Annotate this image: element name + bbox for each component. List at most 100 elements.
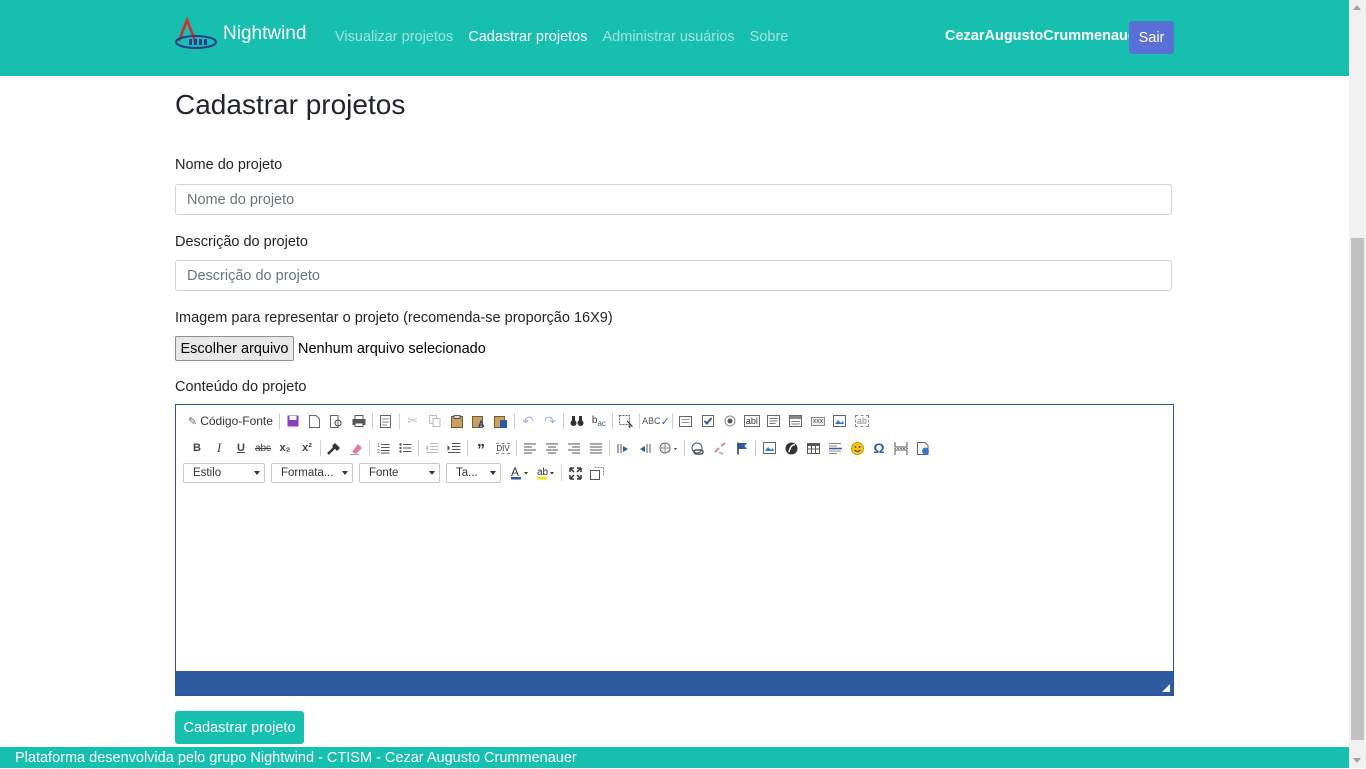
font-size-dropdown-label: Ta... — [456, 467, 478, 479]
copy-format-icon[interactable] — [323, 437, 345, 459]
print-icon[interactable] — [348, 410, 370, 432]
preview-icon[interactable] — [326, 410, 348, 432]
replace-icon[interactable]: bac — [588, 410, 610, 432]
nightwind-logo — [175, 17, 217, 49]
toolbar-separator — [398, 413, 400, 429]
brand[interactable]: Nightwind — [175, 17, 306, 51]
justify-icon[interactable] — [585, 437, 607, 459]
subscript-label: x₂ — [279, 442, 291, 454]
unlink-icon[interactable] — [709, 437, 731, 459]
language-icon[interactable] — [656, 437, 682, 459]
text-field-icon[interactable]: abl — [741, 410, 763, 432]
horizontal-rule-icon[interactable] — [824, 437, 846, 459]
flash-icon[interactable] — [780, 437, 802, 459]
style-dropdown[interactable]: Estilo — [183, 463, 265, 483]
hidden-field-icon[interactable]: ab — [851, 410, 873, 432]
find-icon[interactable] — [566, 410, 588, 432]
paste-word-icon[interactable] — [490, 410, 512, 432]
new-page-icon[interactable] — [304, 410, 326, 432]
numbered-list-icon[interactable]: 12 — [372, 437, 394, 459]
toolbar-separator — [278, 413, 280, 429]
align-right-icon[interactable] — [563, 437, 585, 459]
special-char-icon[interactable]: Ω — [868, 437, 890, 459]
button-field-icon[interactable]: xxx — [807, 410, 829, 432]
textarea-icon[interactable] — [763, 410, 785, 432]
paste-icon[interactable] — [446, 410, 468, 432]
chevron-down-icon — [429, 471, 435, 475]
nav-link-cadastrar[interactable]: Cadastrar projetos — [468, 29, 587, 45]
outdent-icon[interactable] — [421, 437, 443, 459]
show-blocks-icon[interactable] — [586, 462, 608, 484]
spellcheck-icon[interactable]: ABC ✓ — [642, 410, 670, 432]
image-button-icon[interactable] — [829, 410, 851, 432]
nav-link-visualizar[interactable]: Visualizar projetos — [335, 29, 453, 45]
image-icon[interactable] — [758, 437, 780, 459]
superscript-label: x² — [302, 442, 312, 454]
maximize-icon[interactable] — [564, 462, 586, 484]
superscript-icon[interactable]: x² — [296, 437, 318, 459]
project-name-input[interactable] — [175, 184, 1172, 215]
blockquote-icon[interactable]: ” — [470, 437, 492, 459]
radio-icon[interactable] — [719, 410, 741, 432]
select-field-icon[interactable] — [785, 410, 807, 432]
logout-button[interactable]: Sair — [1129, 21, 1174, 54]
link-icon[interactable] — [687, 437, 709, 459]
choose-file-button[interactable]: Escolher arquivo — [175, 336, 294, 361]
svg-text:2: 2 — [377, 449, 380, 454]
subscript-icon[interactable]: x₂ — [274, 437, 296, 459]
div-container-icon[interactable]: DIV — [492, 437, 514, 459]
cut-icon[interactable]: ✂ — [402, 410, 424, 432]
page-scrollbar[interactable] — [1349, 0, 1366, 768]
bold-icon[interactable]: B — [186, 437, 208, 459]
toolbar-row-1: ✎ Código-Fonte ✂ A ↶ ↷ bac ABC ✓ abl xxx… — [186, 410, 873, 432]
anchor-icon[interactable] — [731, 437, 753, 459]
remove-format-icon[interactable] — [345, 437, 367, 459]
project-description-input[interactable] — [175, 260, 1172, 291]
chevron-down-icon — [490, 471, 496, 475]
iframe-icon[interactable] — [912, 437, 934, 459]
editor-status-bar — [176, 671, 1173, 695]
resize-handle-icon[interactable] — [1162, 684, 1170, 692]
source-code-button[interactable]: ✎ Código-Fonte — [186, 414, 277, 428]
submit-project-button[interactable]: Cadastrar projeto — [175, 711, 304, 744]
checkbox-icon[interactable] — [697, 410, 719, 432]
editor-toolbar: ✎ Código-Fonte ✂ A ↶ ↷ bac ABC ✓ abl xxx… — [176, 405, 1173, 492]
page-break-icon[interactable] — [890, 437, 912, 459]
select-all-icon[interactable] — [615, 410, 637, 432]
format-dropdown[interactable]: Formata... — [271, 463, 353, 483]
editor-content-area[interactable] — [176, 491, 1173, 671]
scroll-thumb[interactable] — [1351, 238, 1364, 740]
redo-icon[interactable]: ↷ — [539, 410, 561, 432]
italic-icon[interactable]: I — [208, 437, 230, 459]
scroll-down-arrow-icon[interactable] — [1353, 758, 1361, 763]
underline-icon[interactable]: U — [230, 437, 252, 459]
align-center-icon[interactable] — [541, 437, 563, 459]
toolbar-row-2: B I U abc x₂ x² 12 ” DIV Ω — [186, 437, 934, 459]
text-direction-rtl-icon[interactable] — [634, 437, 656, 459]
nav-link-sobre[interactable]: Sobre — [750, 29, 789, 45]
align-left-icon[interactable] — [519, 437, 541, 459]
nav-link-administrar[interactable]: Administrar usuários — [603, 29, 735, 45]
copy-icon[interactable] — [424, 410, 446, 432]
templates-icon[interactable] — [375, 410, 397, 432]
toolbar-separator — [562, 413, 564, 429]
save-icon[interactable] — [282, 410, 304, 432]
paste-text-icon[interactable]: A — [468, 410, 490, 432]
font-size-dropdown[interactable]: Ta... — [446, 463, 501, 483]
form-icon[interactable] — [675, 410, 697, 432]
background-color-icon[interactable]: ab — [533, 462, 559, 484]
scroll-up-arrow-icon[interactable] — [1353, 5, 1361, 10]
text-color-icon[interactable]: A — [507, 462, 533, 484]
bulleted-list-icon[interactable] — [394, 437, 416, 459]
page-title: Cadastrar projetos — [175, 89, 406, 120]
toolbar-separator — [369, 440, 370, 456]
text-direction-ltr-icon[interactable] — [612, 437, 634, 459]
undo-icon[interactable]: ↶ — [517, 410, 539, 432]
font-dropdown[interactable]: Fonte — [359, 463, 440, 483]
table-icon[interactable] — [802, 437, 824, 459]
indent-icon[interactable] — [443, 437, 465, 459]
project-content-label: Conteúdo do projeto — [175, 379, 307, 395]
smiley-icon[interactable] — [846, 437, 868, 459]
strikethrough-icon[interactable]: abc — [252, 437, 274, 459]
toolbar-separator — [671, 413, 673, 429]
